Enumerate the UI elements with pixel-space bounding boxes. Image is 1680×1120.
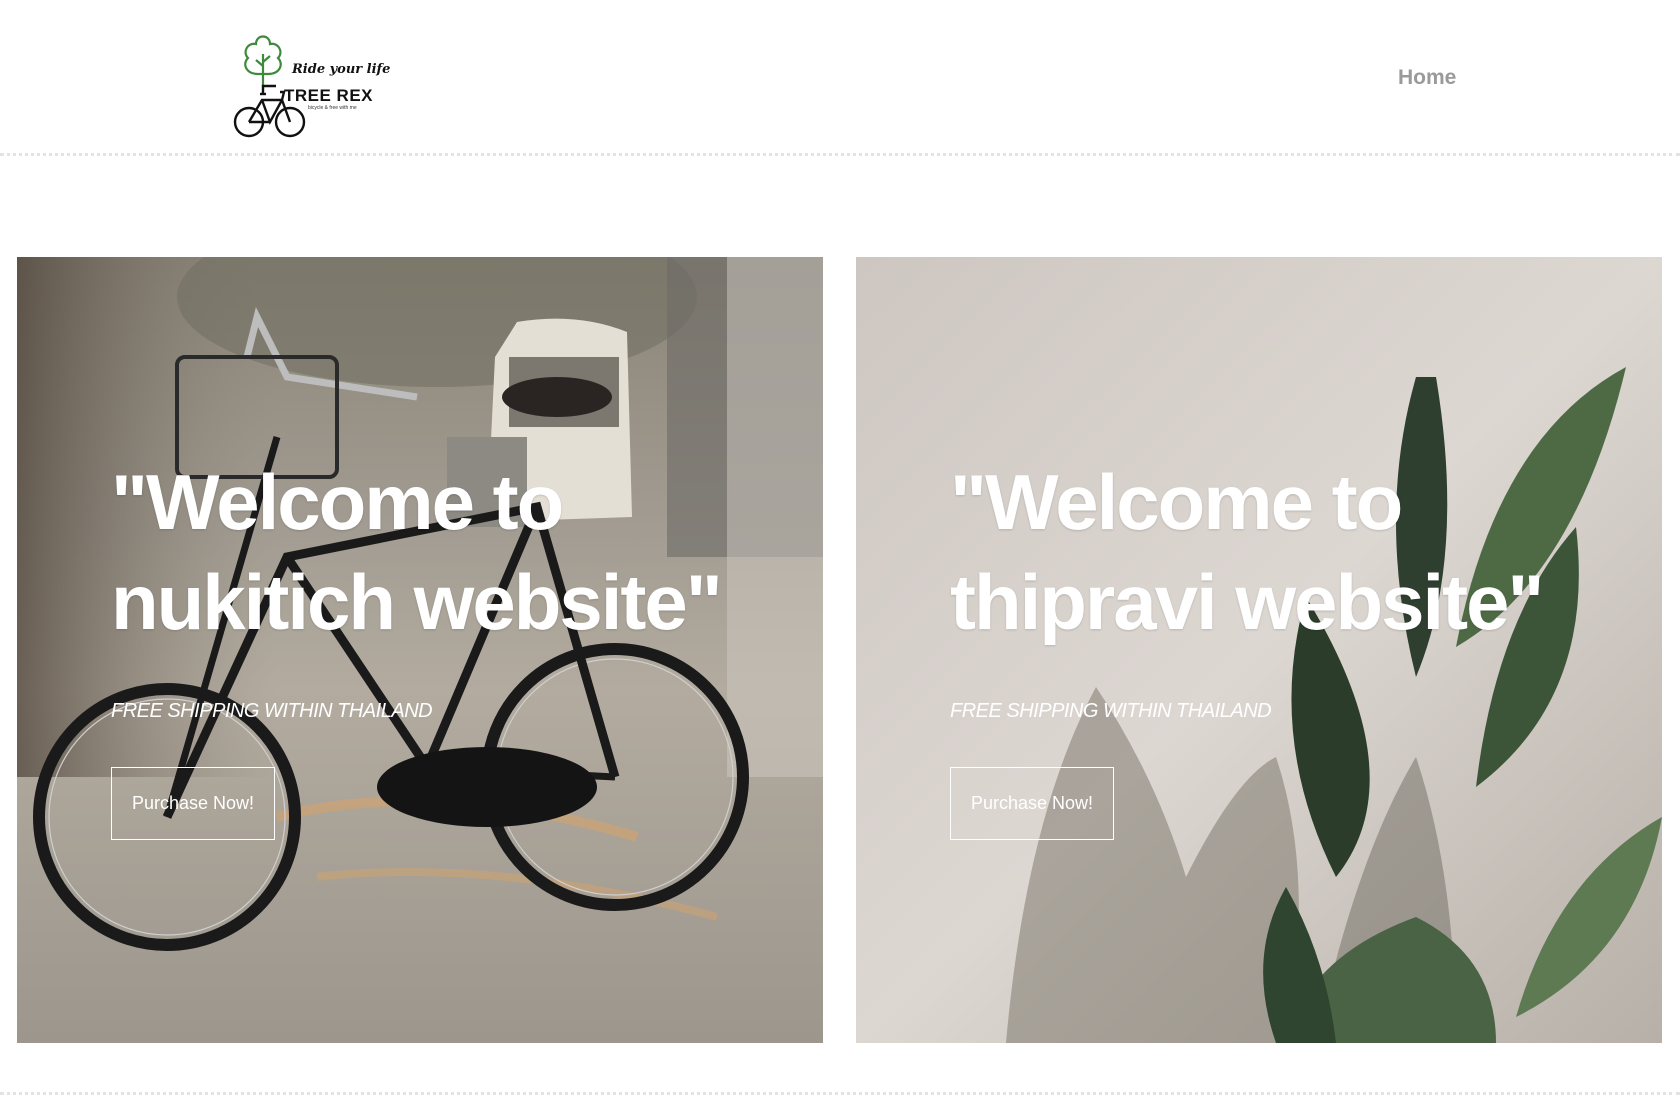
logo-name: TREE REX (284, 86, 374, 105)
banner-subtitle: FREE SHIPPING WITHIN THAILAND (950, 700, 1272, 722)
site-header: Ride your life TREE REX bicycle & free w… (0, 0, 1680, 156)
banner-title: "Welcome to nukitich website" (111, 458, 723, 646)
banner-content: "Welcome to nukitich website" FREE SHIPP… (111, 452, 791, 840)
purchase-now-button[interactable]: Purchase Now! (950, 767, 1114, 840)
banner-thipravi: "Welcome to thipravi website" FREE SHIPP… (856, 257, 1662, 1043)
banner-title: "Welcome to thipravi website" (950, 458, 1544, 646)
page: Ride your life TREE REX bicycle & free w… (0, 0, 1680, 1120)
logo-subtitle: bicycle & free with me (308, 105, 357, 111)
banner-content: "Welcome to thipravi website" FREE SHIPP… (950, 452, 1630, 840)
banner-subtitle: FREE SHIPPING WITHIN THAILAND (111, 700, 433, 722)
purchase-now-button[interactable]: Purchase Now! (111, 767, 275, 840)
tree-rex-logo[interactable]: Ride your life TREE REX bicycle & free w… (232, 30, 390, 142)
logo-tagline: Ride your life (292, 62, 391, 77)
nav-home-link[interactable]: Home (1398, 66, 1456, 90)
section-divider (0, 1092, 1680, 1095)
banner-nukitich: "Welcome to nukitich website" FREE SHIPP… (17, 257, 823, 1043)
